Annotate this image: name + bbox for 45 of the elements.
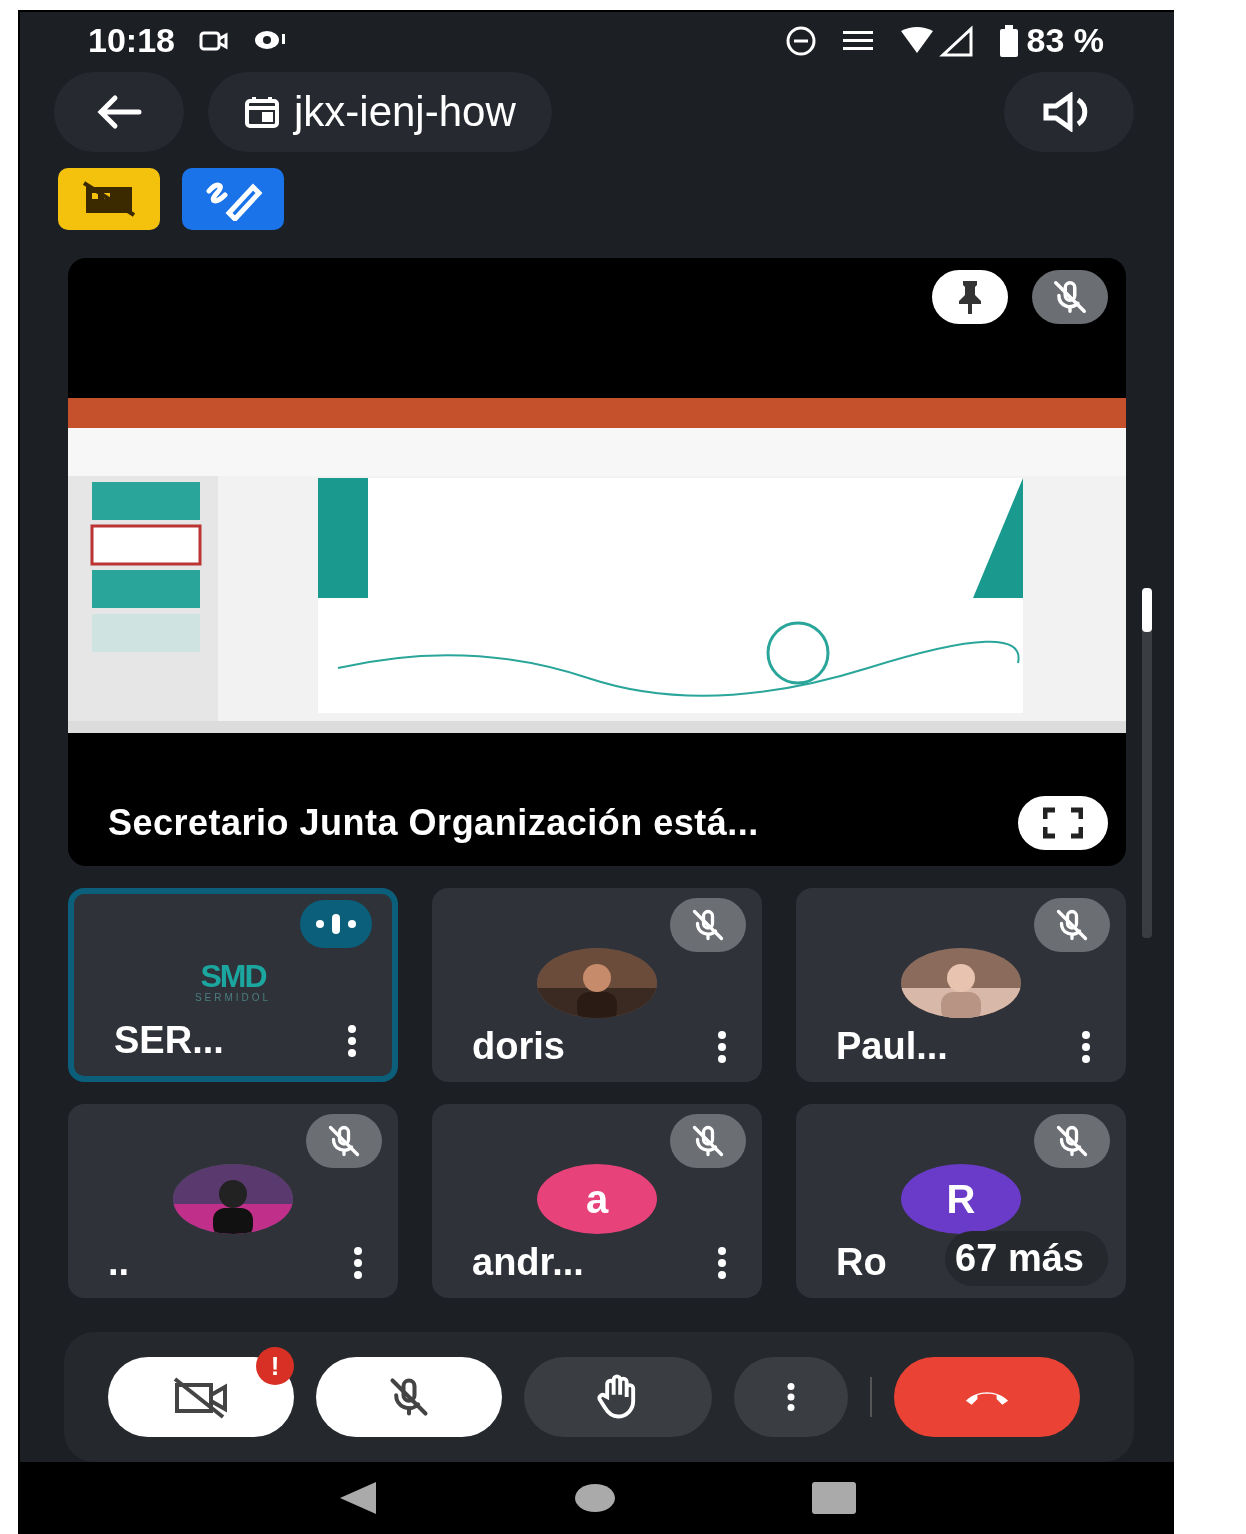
whiteboard-chip[interactable] [182, 167, 284, 230]
meeting-code-button[interactable]: jkx-ienj-how [208, 71, 552, 152]
participant-name: andr... [472, 1241, 584, 1285]
fullscreen-icon [1043, 807, 1083, 840]
pin-button[interactable] [932, 269, 1008, 324]
logo-subtitle: SERMIDOL [194, 992, 272, 1004]
video-icon [198, 29, 229, 52]
calendar-icon [244, 94, 280, 129]
participant-name: doris [472, 1025, 565, 1069]
back-arrow-icon [95, 93, 143, 130]
logo-text: SMD [200, 960, 266, 993]
signal-icon [898, 24, 975, 57]
speaking-indicator [300, 900, 372, 949]
participant-name: Paul... [836, 1025, 948, 1069]
alert-badge: ! [256, 1347, 294, 1386]
avatar: a [537, 1164, 657, 1235]
participant-tile[interactable]: Paul... [796, 888, 1126, 1083]
recents-icon[interactable] [811, 1482, 856, 1515]
participant-tile[interactable]: SMD SERMIDOL SER... [68, 888, 398, 1083]
background-chip[interactable] [58, 167, 160, 230]
more-icon[interactable] [716, 1246, 728, 1279]
avatar: R [901, 1164, 1021, 1235]
more-icon[interactable] [785, 1383, 797, 1412]
presenter-name: Secretario Junta Organización está... [108, 802, 760, 845]
participant-name: SER... [114, 1019, 224, 1063]
participant-name: Ro [836, 1241, 887, 1285]
building-off-icon [82, 180, 136, 217]
more-icon[interactable] [346, 1024, 358, 1057]
status-time: 10:18 [88, 21, 175, 61]
participant-tile[interactable]: R Ro 67 más [796, 1104, 1126, 1299]
more-participants-label[interactable]: 67 más [945, 1231, 1108, 1287]
back-icon[interactable] [338, 1480, 379, 1517]
battery-icon [998, 24, 1019, 57]
participant-tile[interactable]: a andr... [432, 1104, 762, 1299]
camera-button[interactable] [108, 1357, 294, 1438]
home-icon[interactable] [575, 1483, 615, 1514]
participant-name: .. [108, 1241, 130, 1285]
more-icon[interactable] [352, 1246, 364, 1279]
more-icon[interactable] [1080, 1030, 1092, 1063]
fullscreen-button[interactable] [1018, 796, 1108, 851]
participant-tile[interactable]: .. [68, 1104, 398, 1299]
battery-percentage: 83 % [1026, 21, 1104, 61]
do-not-disturb-icon [784, 24, 817, 57]
more-icon[interactable] [716, 1030, 728, 1063]
participant-tile[interactable]: doris [432, 888, 762, 1083]
